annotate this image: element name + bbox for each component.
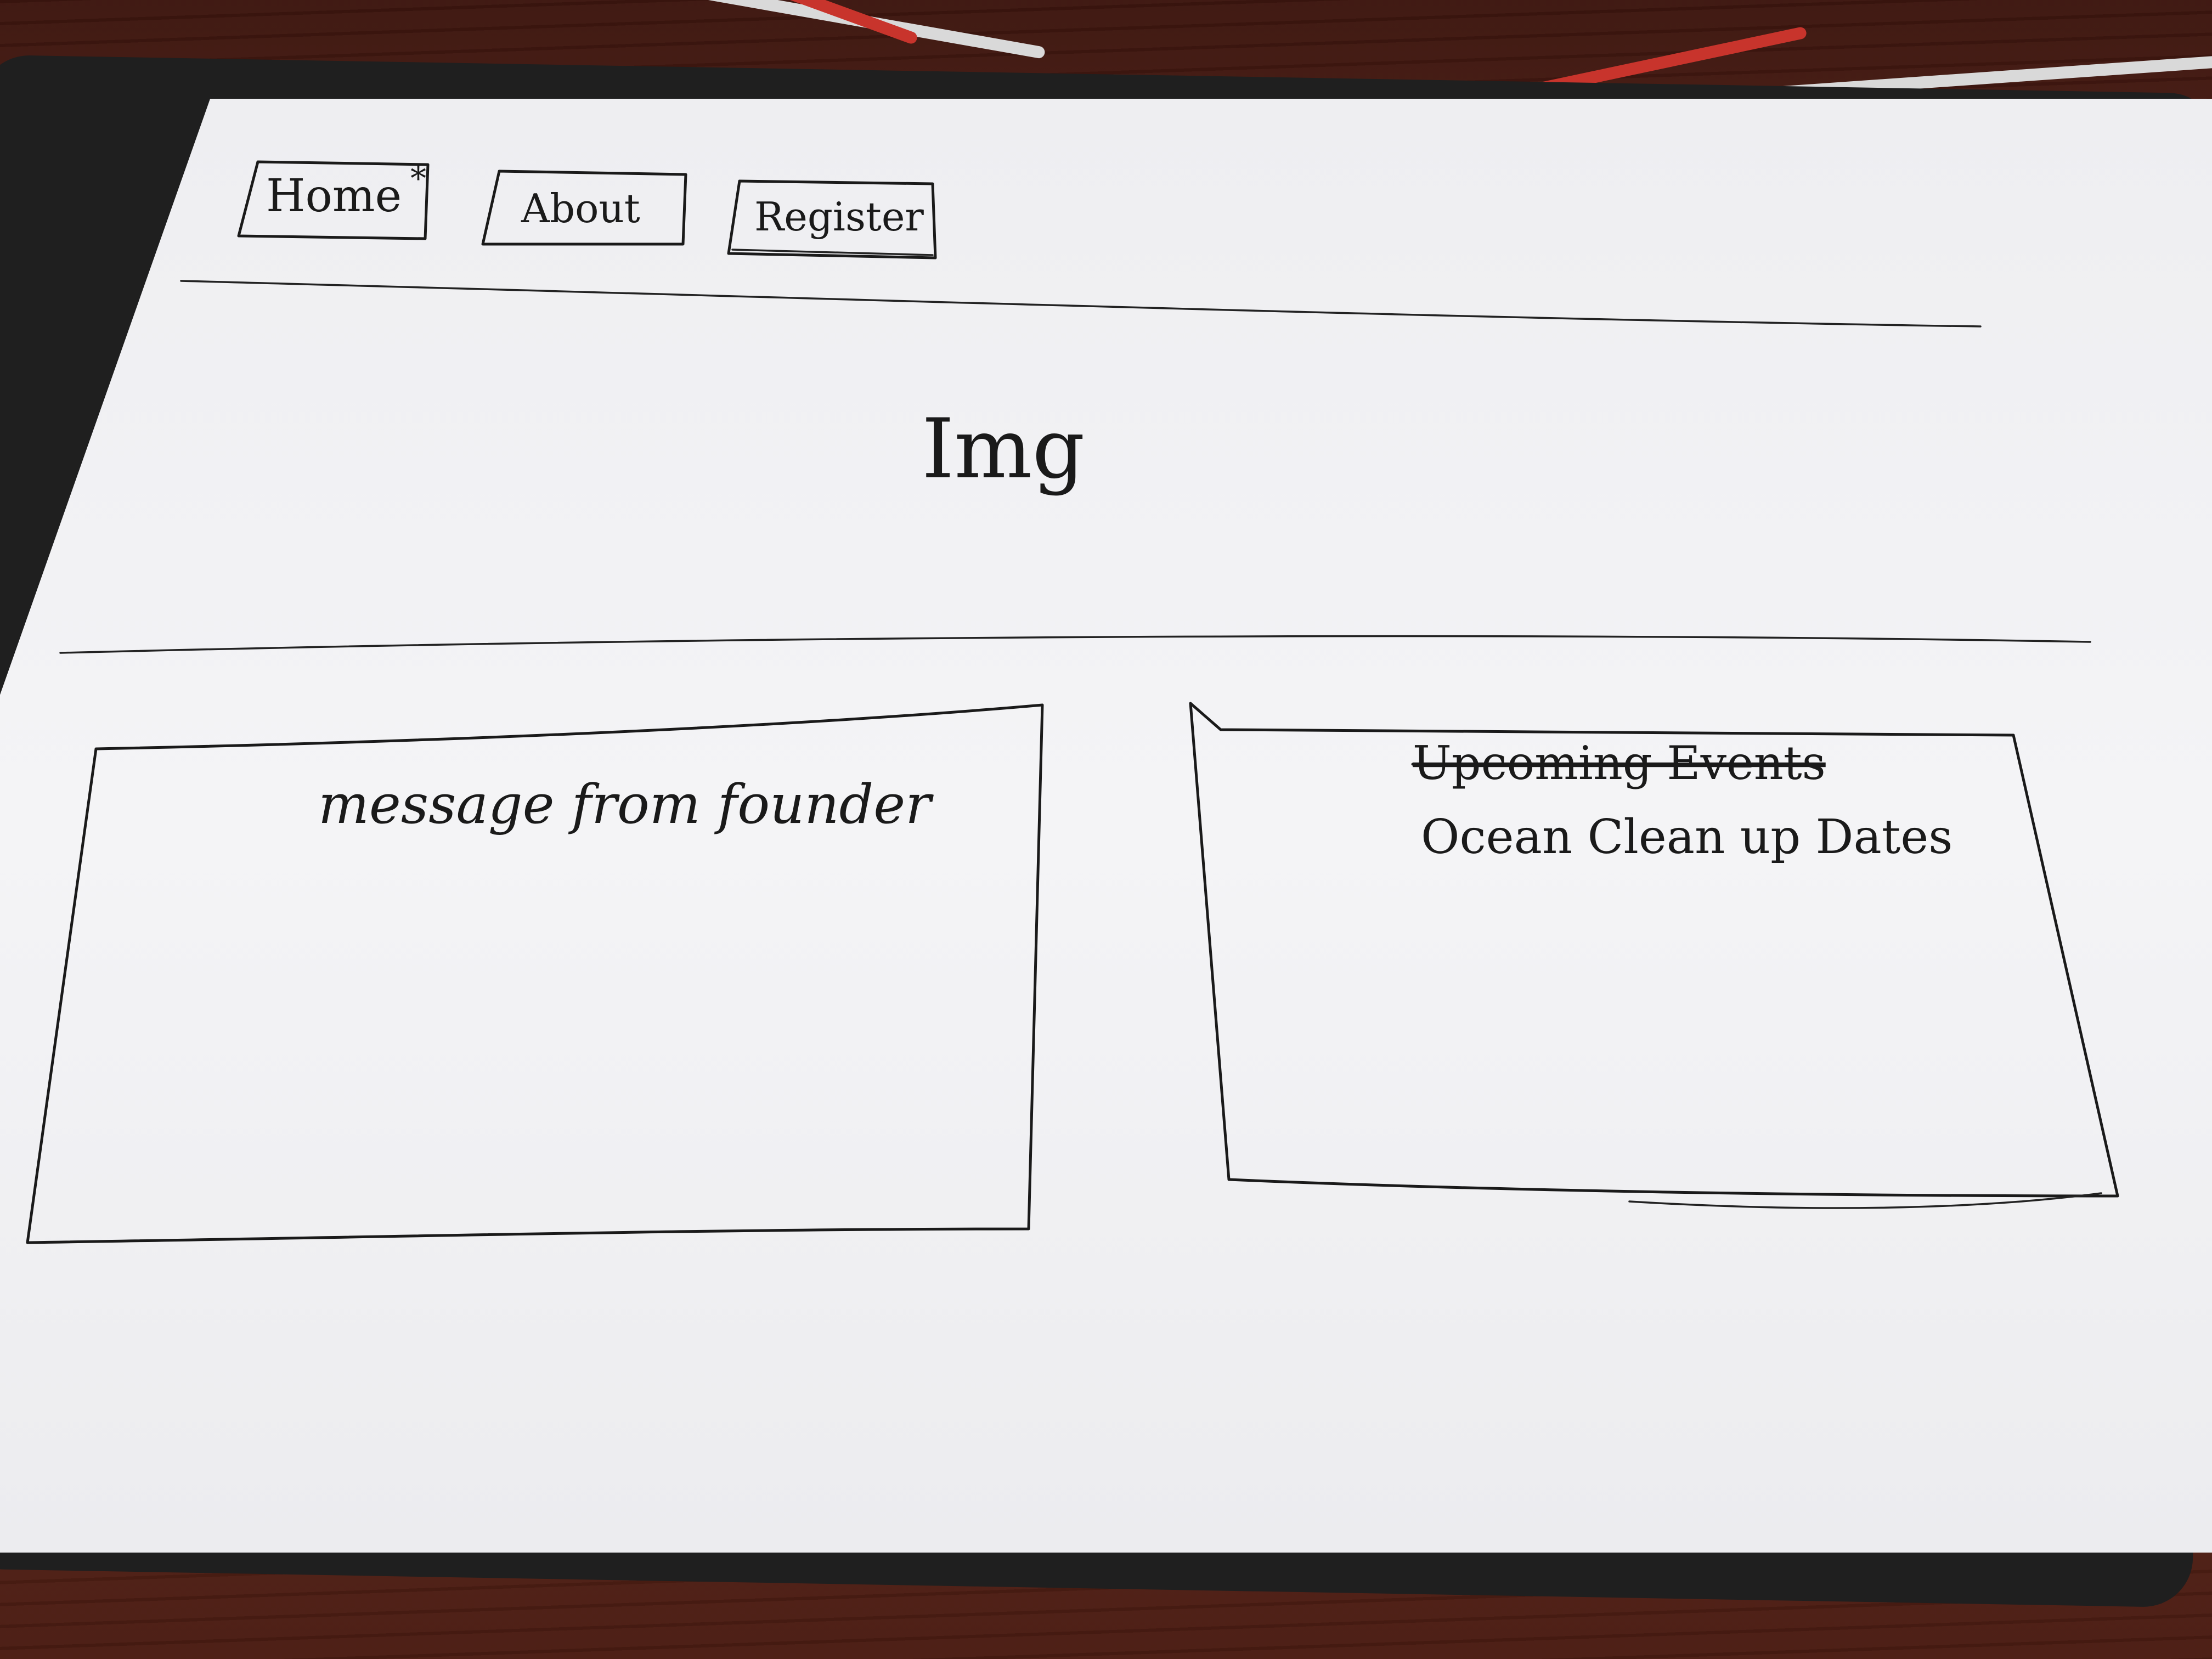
founder-message-title: message from founder: [318, 774, 934, 836]
events-panel: Upcoming Events Ocean Clean up Dates: [1189, 702, 2119, 1209]
nav-about-label: About: [521, 185, 640, 232]
nav-register-button[interactable]: Register: [727, 179, 937, 259]
wireframe-sketch: Home * About Register Img message from f…: [26, 160, 2119, 1244]
hero-divider: [59, 635, 2091, 654]
header-divider: [180, 280, 1982, 328]
nav-about-button[interactable]: About: [481, 170, 687, 246]
nav-register-label: Register: [754, 194, 924, 240]
hero-image-placeholder: Img: [922, 402, 1085, 497]
nav-home-button[interactable]: Home *: [237, 160, 430, 240]
nav-home-label: Home: [266, 170, 402, 222]
nav-home-active-mark: *: [410, 160, 426, 197]
founder-message-panel: message from founder: [26, 703, 1044, 1244]
events-item-ocean-cleanup: Ocean Clean up Dates: [1421, 810, 1953, 865]
hero-image-label: Img: [922, 402, 1085, 497]
